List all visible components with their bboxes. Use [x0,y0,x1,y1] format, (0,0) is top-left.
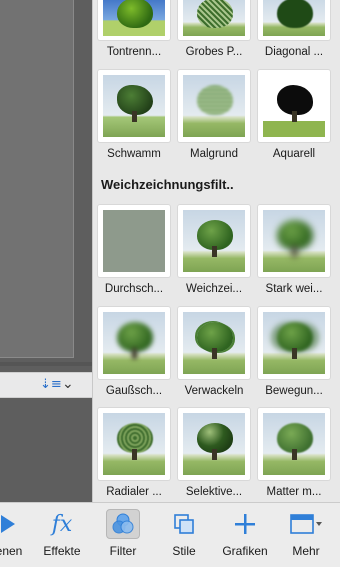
filter-tile[interactable]: Malgrund [178,70,250,160]
layers-toolbar: ⇣≡ ⌄ [0,372,92,398]
filter-label: Verwackeln [184,385,244,397]
filter-label: Selektive... [185,486,243,498]
filter-tile[interactable]: Matter m... [258,408,330,498]
filter-thumbnail [258,307,330,379]
filter-thumbnail [178,205,250,277]
filter-thumbnail [178,0,250,40]
dock-more-button[interactable]: Mehr [284,509,328,558]
dock-graphics-button[interactable]: Grafiken [218,509,272,558]
filter-label: Weichzei... [185,283,243,295]
canvas-area [0,0,92,502]
filter-thumbnail [98,70,170,142]
filter-icon [106,509,140,539]
dock-styles-button[interactable]: Stile [160,509,208,558]
filter-label: Malgrund [190,148,238,160]
plus-icon [218,509,272,539]
filter-thumbnail [98,205,170,277]
adjust-icon [0,509,24,539]
fx-icon: fx [51,511,73,537]
dock-label: Effekte [43,544,81,558]
dock-effects-button[interactable]: fx Effekte [38,509,86,559]
filter-tile[interactable]: Verwackeln [178,307,250,397]
section-title: Weichzeichnungsfilt.. [101,177,234,192]
filter-label: Bewegun... [265,385,323,397]
filter-label: Diagonal ... [264,46,324,58]
dock-label: enen [0,544,23,558]
filter-label: Aquarell [272,148,316,160]
filter-thumbnail [98,307,170,379]
dock-label: Grafiken [222,544,268,558]
filter-tile[interactable]: Aquarell [258,70,330,160]
filter-label: Stark wei... [265,283,323,295]
filter-thumbnail [98,408,170,480]
filter-label: Radialer ... [106,486,162,498]
dock-filter-button[interactable]: Filter [100,509,146,558]
dock-adjust-button[interactable]: enen [0,509,24,558]
filter-label: Tontrenn... [106,46,162,58]
filter-panel: Tontrenn... Grobes P... Diagonal ... Sch… [92,0,340,502]
styles-icon [160,509,208,539]
filter-tile[interactable]: Tontrenn... [98,0,170,58]
filter-tile[interactable]: Schwamm [98,70,170,160]
list-options-icon[interactable]: ⇣≡ [40,377,62,392]
filter-label: Durchsch... [104,283,164,295]
filter-tile[interactable]: Diagonal ... [258,0,330,58]
filter-thumbnail [178,408,250,480]
canvas[interactable] [0,0,74,358]
filter-thumbnail [258,408,330,480]
filter-tile[interactable]: Gaußsch... [98,307,170,397]
filter-tile[interactable]: Grobes P... [178,0,250,58]
canvas-divider [0,362,92,366]
chevron-down-icon[interactable]: ⌄ [62,376,74,392]
filter-label: Gaußsch... [105,385,163,397]
filter-thumbnail [258,0,330,40]
bottom-dock: enen fx Effekte Filter Stile Grafiken [0,502,340,567]
filter-thumbnail [178,307,250,379]
filter-tile[interactable]: Radialer ... [98,408,170,498]
filter-tile[interactable]: Durchsch... [98,205,170,295]
filter-tile[interactable]: Stark wei... [258,205,330,295]
filter-thumbnail [258,205,330,277]
filter-thumbnail [98,0,170,40]
more-icon [284,509,328,539]
dock-label: Mehr [292,544,320,558]
filter-label: Matter m... [266,486,322,498]
filter-thumbnail [178,70,250,142]
filter-tile[interactable]: Bewegun... [258,307,330,397]
filter-label: Grobes P... [185,46,243,58]
filter-tile[interactable]: Selektive... [178,408,250,498]
filter-thumbnail [258,70,330,142]
filter-label: Schwamm [107,148,161,160]
filter-tile[interactable]: Weichzei... [178,205,250,295]
dock-label: Filter [109,544,137,558]
dock-label: Stile [172,544,196,558]
